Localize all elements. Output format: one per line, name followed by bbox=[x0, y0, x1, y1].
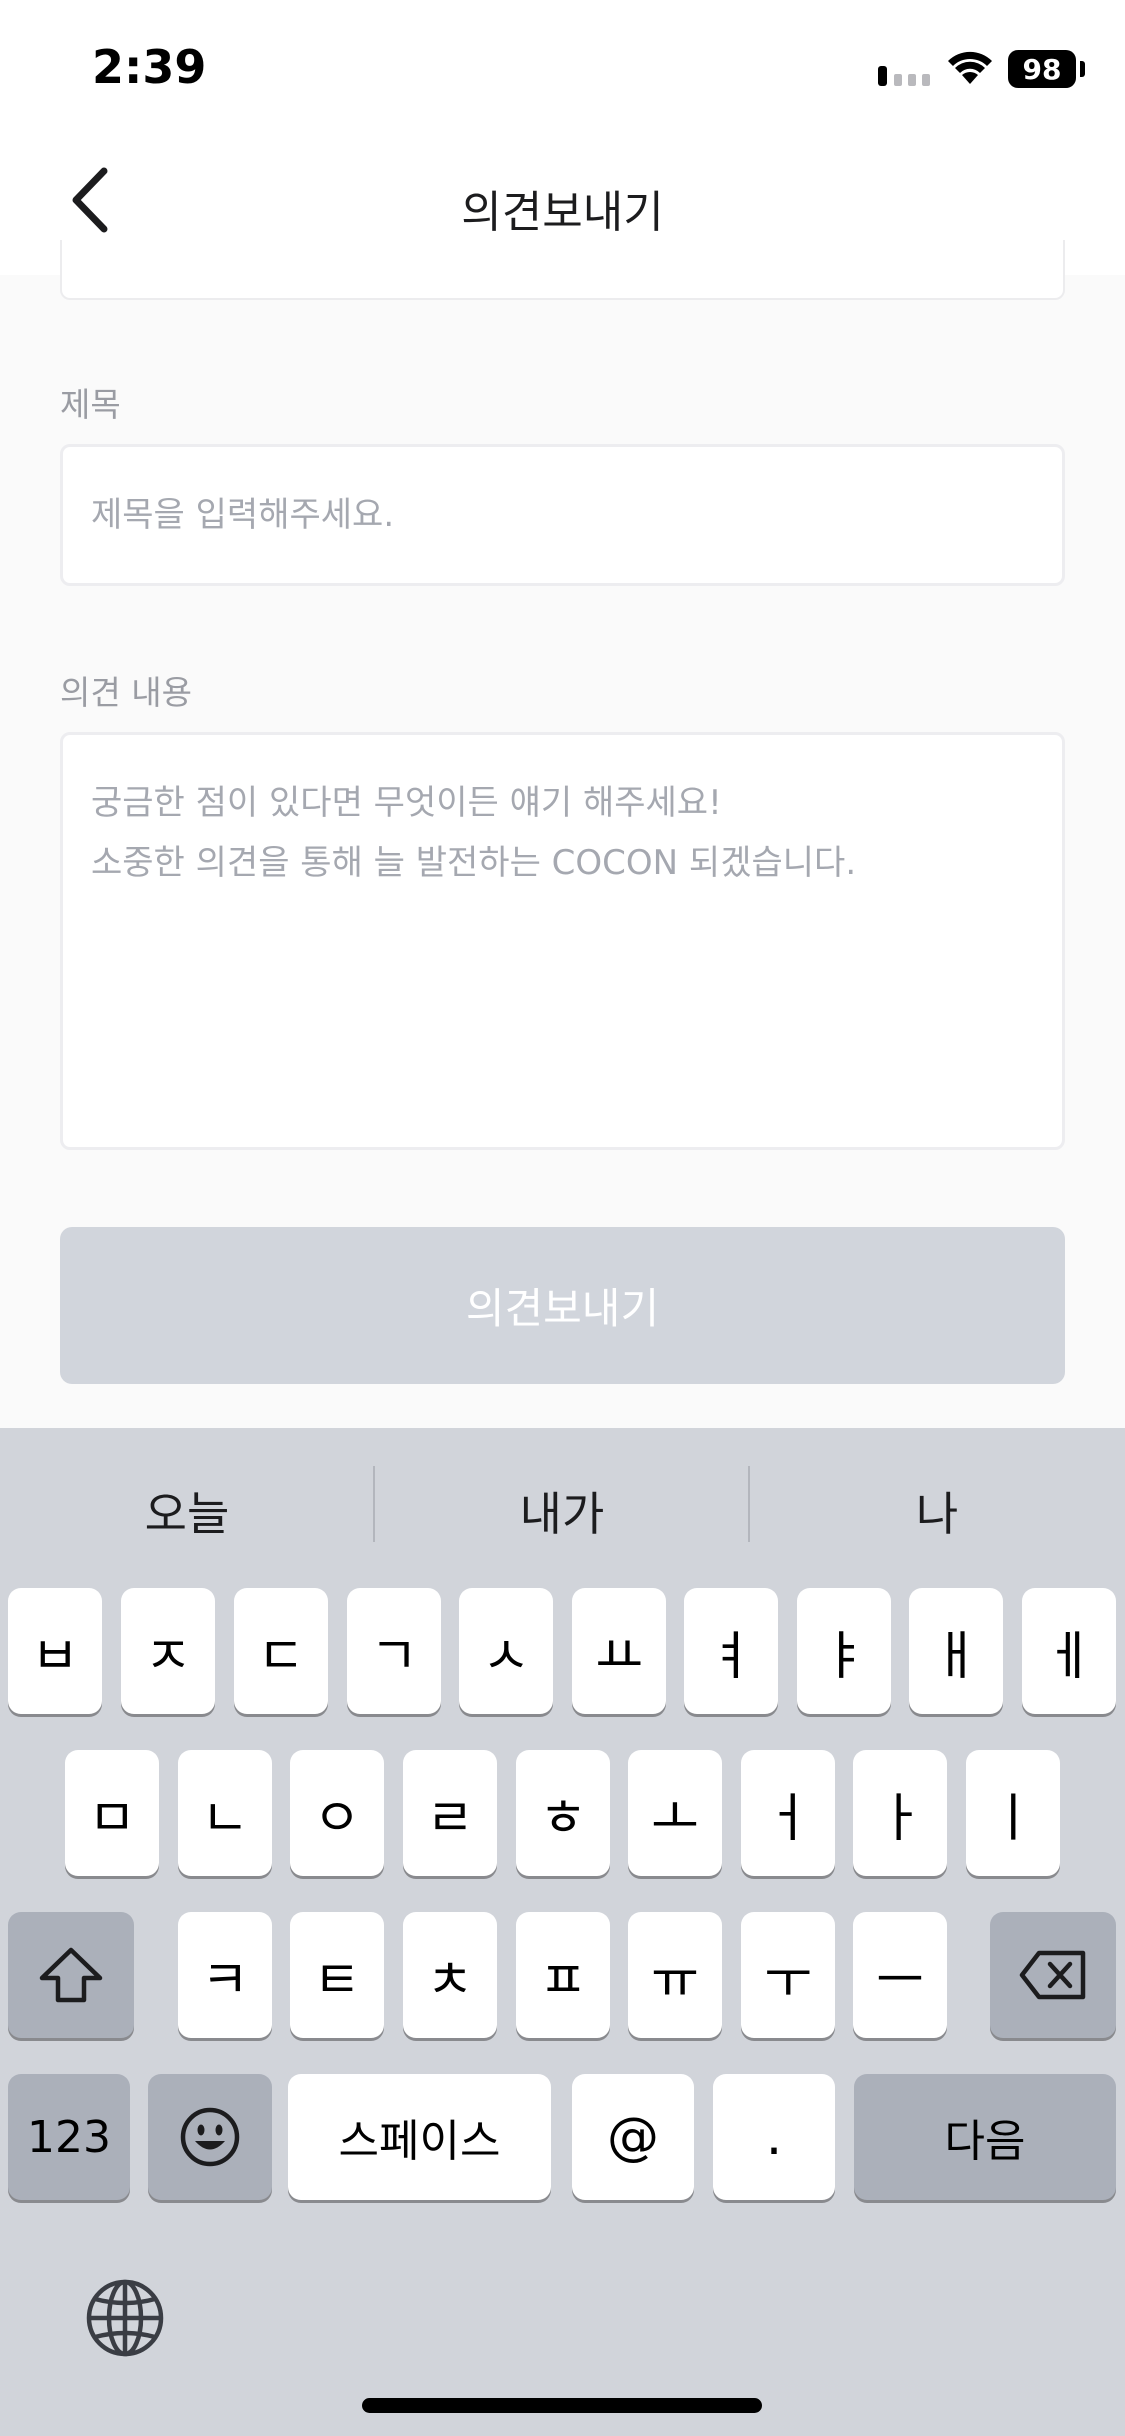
key[interactable]: ㄴ bbox=[178, 1750, 272, 1876]
space-key[interactable]: 스페이스 bbox=[288, 2074, 551, 2200]
content-textarea[interactable] bbox=[60, 732, 1065, 1150]
battery-level: 98 bbox=[1022, 52, 1062, 86]
delete-icon bbox=[1019, 1950, 1086, 2000]
key[interactable]: ㅇ bbox=[290, 1750, 384, 1876]
delete-key[interactable] bbox=[990, 1912, 1116, 2038]
return-key[interactable]: 다음 bbox=[854, 2074, 1116, 2200]
key[interactable]: ㄹ bbox=[403, 1750, 497, 1876]
key[interactable]: ㅜ bbox=[741, 1912, 835, 2038]
key[interactable]: ㅋ bbox=[178, 1912, 272, 2038]
battery-indicator: 98 bbox=[1008, 50, 1076, 88]
key[interactable]: ㅁ bbox=[65, 1750, 159, 1876]
shift-icon bbox=[39, 1947, 103, 2003]
period-key[interactable]: . bbox=[713, 2074, 835, 2200]
signal-icon bbox=[878, 66, 930, 86]
key[interactable]: ㅕ bbox=[684, 1588, 778, 1714]
key[interactable]: ㅓ bbox=[741, 1750, 835, 1876]
key[interactable]: ㅌ bbox=[290, 1912, 384, 2038]
content-label: 의견 내용 bbox=[60, 673, 192, 712]
suggestion-item[interactable]: 나 bbox=[750, 1478, 1124, 1544]
title-input[interactable] bbox=[60, 444, 1065, 586]
key[interactable]: ㅏ bbox=[853, 1750, 947, 1876]
key[interactable]: ㅠ bbox=[628, 1912, 722, 2038]
key[interactable]: ㅛ bbox=[572, 1588, 666, 1714]
key[interactable]: ㄱ bbox=[347, 1588, 441, 1714]
status-bar: 2:39 98 bbox=[0, 0, 1125, 140]
key[interactable]: ㅑ bbox=[797, 1588, 891, 1714]
status-time: 2:39 bbox=[92, 40, 207, 94]
wifi-icon bbox=[948, 51, 992, 84]
previous-field[interactable] bbox=[60, 240, 1065, 300]
key[interactable]: ㅊ bbox=[403, 1912, 497, 2038]
key[interactable]: ㅣ bbox=[966, 1750, 1060, 1876]
suggestion-item[interactable]: 오늘 bbox=[0, 1478, 374, 1544]
key[interactable]: ㅈ bbox=[121, 1588, 215, 1714]
emoji-key[interactable] bbox=[148, 2074, 272, 2200]
key[interactable]: ㅡ bbox=[853, 1912, 947, 2038]
key[interactable]: ㄷ bbox=[234, 1588, 328, 1714]
keyboard: 오늘 내가 나 ㅂ ㅈ ㄷ ㄱ ㅅ ㅛ ㅕ ㅑ ㅐ ㅔ ㅁ ㄴ ㅇ ㄹ ㅎ ㅗ … bbox=[0, 1428, 1125, 2436]
at-key[interactable]: @ bbox=[572, 2074, 694, 2200]
suggestion-item[interactable]: 내가 bbox=[375, 1478, 749, 1544]
shift-key[interactable] bbox=[8, 1912, 134, 2038]
key[interactable]: ㅔ bbox=[1022, 1588, 1116, 1714]
submit-button[interactable]: 의견보내기 bbox=[60, 1227, 1065, 1384]
title-label: 제목 bbox=[60, 385, 121, 424]
key[interactable]: ㅎ bbox=[516, 1750, 610, 1876]
key[interactable]: ㅂ bbox=[8, 1588, 102, 1714]
globe-icon[interactable] bbox=[84, 2277, 166, 2359]
home-indicator bbox=[362, 2398, 762, 2413]
numbers-key[interactable]: 123 bbox=[8, 2074, 130, 2200]
suggestion-bar: 오늘 내가 나 bbox=[0, 1428, 1125, 1578]
key[interactable]: ㅍ bbox=[516, 1912, 610, 2038]
emoji-icon bbox=[180, 2107, 240, 2167]
battery-tip bbox=[1080, 61, 1085, 77]
key[interactable]: ㅗ bbox=[628, 1750, 722, 1876]
page-title: 의견보내기 bbox=[461, 187, 664, 238]
key[interactable]: ㅐ bbox=[909, 1588, 1003, 1714]
key[interactable]: ㅅ bbox=[459, 1588, 553, 1714]
